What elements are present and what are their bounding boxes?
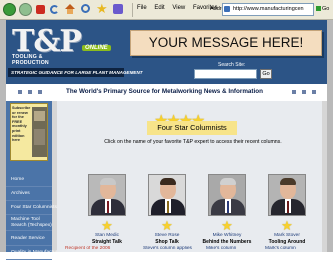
columnist-card: ★ Mike Whitney Behind the Numbers [203, 174, 251, 245]
teaser-text: Steve's column applies [143, 246, 192, 251]
menu-file[interactable]: File [137, 5, 147, 11]
section-title: Four Star Columnists [147, 121, 237, 135]
back-icon[interactable] [3, 3, 16, 16]
site-header: T&P ONLINE TOOLING & PRODUCTION STRATEGI… [6, 20, 327, 84]
photo-tie [107, 201, 109, 213]
logo-tagline: STRATEGIC GUIDANCE FOR LARGE PLANT MANAG… [8, 68, 143, 77]
sidebar-item-machine-tool-search[interactable]: Machine Tool Search (Techspex) [6, 215, 52, 231]
home-icon[interactable] [65, 4, 75, 14]
left-sidebar: Subscribe or renew for the FREE monthly … [6, 101, 64, 260]
site-logo[interactable]: T&P ONLINE TOOLING & PRODUCTION STRATEGI… [8, 22, 143, 80]
photo-tie [287, 201, 289, 213]
menu-edit[interactable]: Edit [154, 5, 164, 11]
magazine-cover-image [32, 107, 47, 157]
refresh-icon[interactable] [50, 5, 59, 14]
media-icon[interactable] [113, 4, 123, 14]
site-search-input[interactable] [194, 69, 257, 79]
teaser-text: Mike's column [206, 246, 237, 251]
columnist-card: ★ Mark Stover Tooling Around [268, 174, 308, 245]
logo-name-line2: PRODUCTION [12, 60, 49, 66]
bullet-square-icon [292, 90, 296, 94]
site-tagline: The World's Primary Source for Metalwork… [66, 88, 263, 95]
photo-hair [160, 178, 176, 185]
page-margin-right [327, 20, 333, 252]
search-go-button[interactable]: Go [260, 69, 272, 79]
subscribe-promo[interactable]: Subscribe or renew for the FREE monthly … [10, 103, 48, 161]
forward-icon[interactable] [19, 3, 32, 16]
photo-hair [280, 178, 296, 185]
column-title: Tooling Around [268, 238, 306, 245]
bullet-square-icon [28, 90, 32, 94]
instructions-text: Click on the name of your favorite T&P e… [104, 139, 282, 145]
sidebar-item-archives[interactable]: Archives [6, 187, 52, 201]
bullet-square-icon [302, 90, 306, 94]
sidebar-item-reader-service[interactable]: Reader Service [6, 232, 52, 246]
sidebar-item-quality[interactable]: Quality in Manufacturing [6, 246, 64, 260]
address-bar[interactable]: http://www.manufacturingcen [222, 3, 314, 16]
teaser-text: Recipient of the 2006 [65, 246, 111, 251]
bullet-square-icon [38, 90, 42, 94]
main-content: ★ ★ ★ ★ Four Star Columnists Click on the n… [57, 101, 322, 252]
menu-view[interactable]: View [172, 5, 185, 11]
stop-icon[interactable] [36, 5, 45, 14]
logo-publication-name: TOOLING & PRODUCTION [12, 54, 122, 66]
search-icon[interactable] [81, 4, 90, 13]
columnist-photo[interactable] [148, 174, 186, 216]
column-title: Straight Talk [92, 238, 122, 245]
star-icon: ★ [221, 218, 233, 233]
columnist-card: ★ Stan Medic Straight Talk [88, 174, 128, 245]
photo-hair [100, 178, 116, 185]
columnist-photo[interactable] [88, 174, 126, 216]
photo-tie [227, 201, 229, 213]
column-title: Shop Talk [155, 238, 179, 245]
browser-toolbar: ★ File Edit View Favorites Address http:… [0, 0, 333, 20]
photo-tie [167, 201, 169, 213]
promo-text: Subscribe or renew for the FREE monthly … [12, 106, 31, 143]
search-label: Search Site: [218, 62, 246, 68]
columnist-photo[interactable] [208, 174, 246, 216]
photo-hair [220, 178, 236, 185]
go-button[interactable]: Go [316, 3, 332, 16]
tagline-bar: The World's Primary Source for Metalwork… [6, 84, 327, 101]
bullet-square-icon [18, 90, 22, 94]
page-icon [224, 6, 230, 12]
toolbar-divider [132, 3, 133, 17]
sidebar-item-home[interactable]: Home [6, 173, 52, 187]
star-icon: ★ [101, 218, 113, 233]
columnist-card: ★ Steve Rose Shop Talk [148, 174, 188, 245]
column-title: Behind the Numbers [202, 238, 252, 245]
bullet-square-icon [312, 90, 316, 94]
ad-banner[interactable]: YOUR MESSAGE HERE! [130, 30, 322, 56]
web-page: T&P ONLINE TOOLING & PRODUCTION STRATEGI… [0, 20, 333, 260]
star-icon: ★ [281, 218, 293, 233]
star-icon: ★ [161, 218, 173, 233]
sidebar-item-four-star-columnists[interactable]: Four Star Columnists [6, 201, 57, 215]
online-badge: ONLINE [82, 45, 111, 51]
favorites-icon[interactable]: ★ [96, 2, 109, 15]
columnist-photo[interactable] [268, 174, 306, 216]
teaser-text: Mark's column [265, 246, 296, 251]
